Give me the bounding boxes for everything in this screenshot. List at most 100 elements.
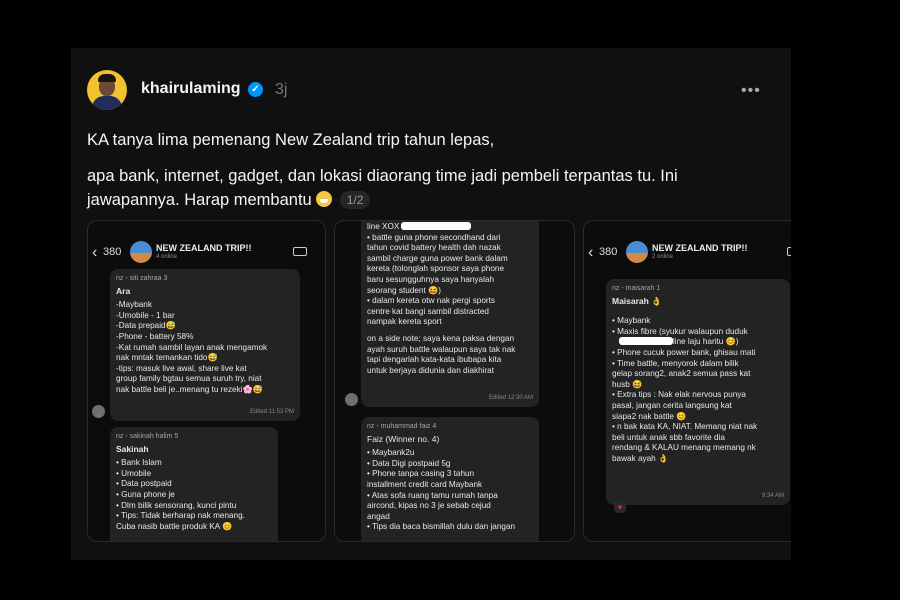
message-line: tahun covid battery health dah nazak: [367, 243, 501, 253]
back-arrow-icon: ‹: [92, 244, 98, 261]
threads-post: khairulaming ✓ 3j ••• KA tanya lima peme…: [71, 48, 791, 560]
back-count: 380: [599, 246, 618, 258]
bubble-title: Sakinah: [116, 443, 149, 454]
group-status: 2 online: [652, 254, 674, 260]
sender-name: nz - maisarah 1: [612, 285, 661, 292]
message-line: angad: [367, 511, 390, 521]
message-line: • Guna phone je: [116, 489, 175, 499]
redaction-mark: [618, 337, 673, 346]
message-line: • n bak kata KA, NIAT. Memang niat nak: [612, 422, 758, 432]
message-line: • Atas sofa ruang tamu rumah tanpa: [367, 490, 498, 500]
back-arrow-icon: ‹: [588, 244, 594, 261]
message-line: • Time battle, menyorok dalam bilik: [612, 358, 739, 368]
chat-bubble: line XOX • battle guna phone secondhand …: [361, 221, 539, 407]
redaction-mark: [401, 222, 472, 230]
group-status: 4 online: [156, 254, 178, 260]
message-line: -tips: masuk live awal, share live kat: [116, 363, 247, 373]
message-line: • Maybank: [612, 316, 651, 326]
caption-text: jawapannya. Harap membantu: [87, 191, 312, 209]
image-counter: 1/2: [339, 191, 371, 209]
message-line: seorang student 😆): [367, 285, 441, 295]
message-text: line XOX: [367, 222, 400, 231]
profile-avatar[interactable]: [87, 70, 127, 110]
message-line: • Data postpaid: [116, 479, 172, 489]
message-line: siapa2 nak battle 😊: [612, 411, 687, 421]
message-line: baru sesungguhnya saya hanyalah: [367, 274, 495, 284]
group-name: NEW ZEALAND TRIP!!: [156, 243, 252, 253]
message-line: on a side note; saya kena paksa dengan: [367, 333, 515, 343]
message-line: -Phone - battery 58%: [116, 331, 194, 341]
heart-reaction-icon: ♥: [614, 503, 626, 513]
sender-avatar: [92, 405, 105, 418]
message-line: • Umobile: [116, 468, 152, 478]
sender-avatar: [345, 393, 358, 406]
message-text: line laju haritu 😊): [672, 337, 739, 347]
message-time: Edited 12:30 AM: [488, 395, 533, 402]
chat-screenshot-1[interactable]: ‹ 380 NEW ZEALAND TRIP!! 4 online nz - s…: [87, 220, 326, 542]
message-line: • Tips dia baca bismillah dulu dan janga…: [367, 522, 516, 532]
post-time: 3j: [275, 81, 288, 98]
message-line: • Dlm bilik sensorang, kunci pintu: [116, 500, 237, 510]
message-line: • Phone cucuk power bank, ghisau mati: [612, 347, 756, 357]
message-line: line laju haritu 😊): [612, 337, 784, 348]
chat-bubble: nz - siti zahraa 3 Ara -Maybank -Umobile…: [110, 269, 300, 421]
message-line: -Maybank: [116, 300, 152, 310]
message-line: • dalam kereta otw nak pergi sports: [367, 296, 496, 306]
chat-screenshot-2[interactable]: line XOX • battle guna phone secondhand …: [334, 220, 575, 542]
verified-badge-icon: ✓: [248, 82, 263, 97]
caption-line: apa bank, internet, gadget, dan lokasi d…: [87, 167, 678, 185]
message-line: rendang & KALAU menang memang nk: [612, 443, 756, 453]
caption-line: KA tanya lima pemenang New Zealand trip …: [87, 131, 495, 149]
message-line: husb 😆: [612, 379, 643, 389]
username-link[interactable]: khairulaming: [141, 80, 241, 98]
message-line: beli untuk anak sbb favorite dia: [612, 432, 725, 442]
message-line: -Umobile - 1 bar: [116, 310, 175, 320]
message-line: centre kat bangi sambil distracted: [367, 306, 489, 316]
sender-name: nz - muhammad faiz 4: [367, 423, 437, 430]
bubble-title: Ara: [116, 285, 131, 296]
message-line: line XOX: [367, 222, 533, 233]
grin-emoji-icon: [315, 191, 332, 207]
bubble-title: Faiz (Winner no. 4): [367, 433, 440, 444]
chat-bubble: nz - maisarah 1 Maisarah 👌 • Maybank • M…: [606, 279, 790, 505]
message-time: Edited 11:53 PM: [250, 409, 294, 416]
message-line: • Maybank2u: [367, 448, 415, 458]
message-line: • Data Digi postpaid 5g: [367, 458, 451, 468]
message-line: -Kat rumah sambil layan anak mengamok: [116, 342, 268, 352]
message-line: untuk berjaya didunia dan diakhirat: [367, 365, 494, 375]
message-line: nak battle beli je..menang tu rezeki🌸😅: [116, 384, 263, 394]
chat-header: ‹ 380 NEW ZEALAND TRIP!! 2 online: [584, 241, 791, 275]
more-options-button[interactable]: •••: [741, 82, 761, 100]
message-line: nak mntak temankan tido😅: [116, 353, 218, 363]
message-line: bawak ayah 👌: [612, 453, 669, 463]
message-line: sambil charge guna power bank dalam: [367, 253, 508, 263]
message-line: installment credit card Maybank: [367, 479, 483, 489]
message-line: aircond, kipas no 3 je sebab cejud: [367, 501, 491, 511]
message-line: gelap sorang2, anak2 semua pass kat: [612, 369, 751, 379]
message-line: -Data prepaid😅: [116, 321, 176, 331]
video-call-icon: [293, 247, 307, 256]
chat-bubble: nz - sakinah halim 5 Sakinah • Bank Isla…: [110, 427, 278, 541]
message-line: Cuba nasib battle produk KA 😊: [116, 521, 233, 531]
message-line: ayah suruh battle walaupun saya tak nak: [367, 344, 516, 354]
group-name: NEW ZEALAND TRIP!!: [652, 243, 748, 253]
back-count: 380: [103, 246, 122, 258]
sender-name: nz - siti zahraa 3: [116, 275, 168, 282]
caption-line: jawapannya. Harap membantu 1/2: [87, 188, 371, 212]
message-line: • Tips: Tidak berharap nak menang.: [116, 511, 245, 521]
message-line: kereta (tolonglah sponsor saya phone: [367, 264, 505, 274]
message-line: tapi dengarlah kata-kata ibubapa kita: [367, 355, 502, 365]
group-avatar: [130, 241, 152, 263]
sender-name: nz - sakinah halim 5: [116, 433, 179, 440]
bubble-title: Maisarah 👌: [612, 295, 662, 306]
message-line: • battle guna phone secondhand dari: [367, 232, 501, 242]
message-line: • Phone tanpa casing 3 tahun: [367, 469, 475, 479]
message-line: • Maxis fibre (syukur walaupun duduk: [612, 326, 748, 336]
group-avatar: [626, 241, 648, 263]
message-line: • Extra tips : Nak elak nervous punya: [612, 390, 746, 400]
chat-screenshot-3[interactable]: ‹ 380 NEW ZEALAND TRIP!! 2 online nz - m…: [583, 220, 791, 542]
message-time: 9:34 AM: [761, 493, 784, 500]
message-line: nampak kereta sport: [367, 317, 442, 327]
chat-bubble: nz - muhammad faiz 4 Faiz (Winner no. 4)…: [361, 417, 539, 541]
video-call-icon: [787, 247, 791, 256]
